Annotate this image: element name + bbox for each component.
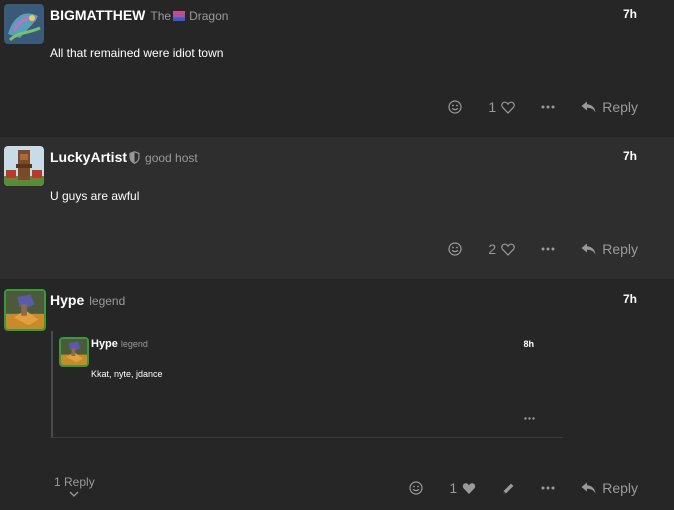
post-content: U guys are awful <box>50 189 140 203</box>
post-header: BIGMATTHEW The Dragon <box>50 7 228 23</box>
like-count: 1 <box>449 480 458 496</box>
replies-count-label: 1 Reply <box>54 475 95 489</box>
post-time: 7h <box>622 149 637 163</box>
more-button[interactable] <box>524 407 535 425</box>
user-title-prefix: The <box>150 9 172 23</box>
reply-arrow-icon <box>581 101 596 113</box>
heart-icon <box>501 243 515 256</box>
ellipsis-icon <box>541 486 555 490</box>
reply-label: Reply <box>602 241 638 257</box>
reply-button[interactable]: Reply <box>581 241 638 257</box>
like-button[interactable]: 1 <box>449 480 476 496</box>
nested-content: Kkat, nyte, jdance <box>91 369 163 379</box>
more-button[interactable] <box>541 105 555 109</box>
post-hype: Hype legend 7h Hype legend 8h Kkat, nyte, … <box>0 279 674 510</box>
heart-icon <box>501 101 515 114</box>
reply-label: Reply <box>602 99 638 115</box>
ellipsis-icon <box>524 417 535 420</box>
reply-button[interactable]: Reply <box>581 480 638 496</box>
replies-toggle[interactable]: 1 Reply <box>54 475 95 497</box>
post-actions: 1 Reply <box>409 478 638 498</box>
post-time: 7h <box>622 7 637 21</box>
username[interactable]: BIGMATTHEW <box>50 7 145 23</box>
post-bigmatthew: BIGMATTHEW The Dragon 7h All that remained… <box>0 0 674 137</box>
reply-button[interactable]: Reply <box>581 99 638 115</box>
more-button[interactable] <box>541 247 555 251</box>
post-header: Hype legend <box>50 292 125 308</box>
username[interactable]: Hype <box>91 338 118 350</box>
avatar[interactable] <box>4 4 44 44</box>
user-title: legend <box>120 339 148 349</box>
post-luckyartist: LuckyArtist good host 7h U guys are awful… <box>0 137 674 279</box>
user-title-suffix: Dragon <box>189 9 229 23</box>
username[interactable]: LuckyArtist <box>50 149 127 165</box>
smile-icon[interactable] <box>448 242 463 256</box>
user-title: The Dragon <box>150 9 228 23</box>
flag-icon <box>173 11 186 21</box>
ellipsis-icon <box>541 105 555 109</box>
nested-header: Hype legend <box>91 338 148 350</box>
like-button[interactable]: 2 <box>488 241 515 257</box>
reply-arrow-icon <box>581 482 596 494</box>
post-content: All that remained were idiot town <box>50 46 224 60</box>
like-count: 2 <box>488 241 497 257</box>
more-button[interactable] <box>541 486 555 490</box>
post-time: 7h <box>622 292 637 306</box>
like-count: 1 <box>488 99 497 115</box>
avatar[interactable] <box>4 146 44 186</box>
like-button[interactable]: 1 <box>488 99 515 115</box>
avatar[interactable] <box>4 289 46 331</box>
nested-reply: Hype legend 8h Kkat, nyte, jdance <box>51 331 563 438</box>
shield-icon <box>129 151 140 164</box>
user-title: good host <box>145 151 198 165</box>
post-actions: 2 Reply <box>448 239 638 259</box>
edit-button[interactable] <box>502 482 515 495</box>
heart-icon <box>463 482 476 494</box>
avatar[interactable] <box>59 337 89 367</box>
chevron-down-icon <box>69 491 79 497</box>
smile-icon[interactable] <box>409 481 424 495</box>
username[interactable]: Hype <box>50 292 84 308</box>
nested-time: 8h <box>523 339 534 349</box>
reply-arrow-icon <box>581 243 596 255</box>
smile-icon[interactable] <box>448 100 463 114</box>
pencil-icon <box>503 483 514 494</box>
ellipsis-icon <box>541 247 555 251</box>
user-title: legend <box>89 294 126 308</box>
post-header: LuckyArtist good host <box>50 149 198 165</box>
post-actions: 1 Reply <box>448 97 638 117</box>
reply-label: Reply <box>602 480 638 496</box>
